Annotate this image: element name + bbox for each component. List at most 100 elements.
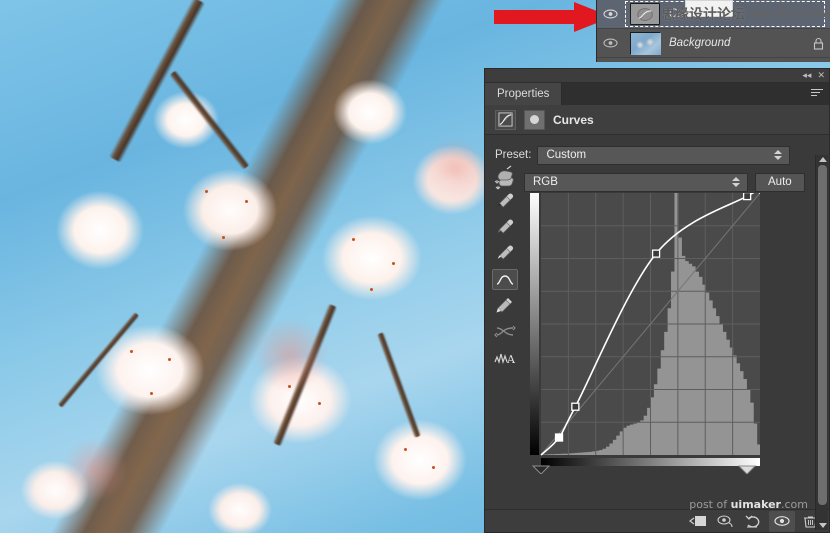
reset-arrow-icon (745, 515, 760, 528)
channel-select[interactable]: RGB (524, 172, 748, 192)
curves-tool-column: A (490, 164, 520, 369)
properties-scrollbar[interactable] (815, 155, 828, 530)
pink-petal-blur (420, 140, 490, 200)
red-arrow-annotation (494, 2, 612, 32)
stamen-speck (432, 466, 435, 469)
stamen-speck (168, 358, 171, 361)
layer-name-background: Background (669, 37, 731, 49)
stamen-speck (288, 385, 291, 388)
stamen-speck (392, 262, 395, 265)
clipping-display-options[interactable]: A (492, 348, 518, 369)
curves-icon (498, 112, 513, 127)
svg-text:A: A (506, 353, 516, 366)
eye-icon (602, 38, 618, 48)
properties-footer (485, 509, 829, 532)
curves-adjustment-thumbnail[interactable] (630, 3, 660, 25)
curve-point-tool[interactable] (492, 268, 518, 291)
preset-row: Preset: Custom (485, 145, 811, 165)
chevron-updown-icon (732, 176, 740, 187)
scroll-up-arrow-icon[interactable] (819, 157, 827, 162)
layer-row-curves[interactable]: Curves 1 思缘设计论坛 WWW.MISSYUAN.COM (597, 0, 830, 29)
black-point-slider (531, 465, 551, 474)
photoshop-screenshot: Curves 1 思缘设计论坛 WWW.MISSYUAN.COM Backgro… (0, 0, 830, 533)
stamen-speck (352, 238, 355, 241)
stamen-speck (318, 402, 321, 405)
background-visibility-toggle[interactable] (597, 38, 623, 48)
eyedropper-icon (497, 193, 514, 208)
targeted-adjustment-tool[interactable] (492, 164, 518, 185)
smooth-curve-icon (494, 325, 516, 338)
curves-icon (637, 7, 653, 21)
layer-row-background[interactable]: Background (597, 29, 830, 58)
layer-mask-thumbnail[interactable] (524, 109, 545, 130)
clip-to-layer-icon (689, 516, 706, 526)
channel-value: RGB (533, 176, 558, 188)
eyedropper-icon (497, 219, 514, 234)
stamen-speck (222, 236, 225, 239)
watermark-prefix: post of (689, 498, 731, 511)
smooth-curve-tool[interactable] (492, 322, 518, 343)
preset-value: Custom (546, 149, 587, 161)
branch-stem (169, 69, 250, 171)
view-previous-state-button[interactable] (713, 511, 739, 532)
close-icon[interactable]: ✕ (817, 70, 825, 81)
curves-adjustment-icon (495, 109, 516, 130)
view-previous-state-icon (717, 515, 733, 528)
stamen-speck (130, 350, 133, 353)
adjustment-title: Curves (553, 112, 594, 127)
eye-icon (602, 9, 618, 19)
pencil-icon (496, 297, 512, 313)
preset-label: Preset: (495, 149, 532, 161)
eye-icon (774, 516, 790, 526)
footer-watermark: post of uimaker.com (689, 498, 808, 511)
reset-adjustment-button[interactable] (741, 511, 767, 532)
stamen-speck (245, 200, 248, 203)
curve-icon (496, 274, 514, 285)
watermark-english: WWW.MISSYUAN.COM (749, 7, 830, 20)
eyedropper-icon (497, 245, 514, 260)
collapse-panel-icon[interactable]: ◂◂ (802, 70, 811, 81)
stamen-speck (370, 288, 373, 291)
input-gradient-strip (541, 458, 760, 466)
scrollbar-thumb[interactable] (818, 165, 827, 505)
layer-lock-indicator (806, 37, 830, 50)
thumbnail-image (631, 33, 661, 55)
output-gradient-strip (530, 193, 539, 455)
curves-graph[interactable] (530, 193, 760, 474)
lock-icon (813, 37, 823, 50)
layers-panel: Curves 1 思缘设计论坛 WWW.MISSYUAN.COM Backgro… (596, 0, 830, 62)
auto-button[interactable]: Auto (755, 172, 805, 192)
branch-stem (57, 311, 140, 409)
panel-menu-icon[interactable] (811, 89, 823, 98)
layer-visibility-toggle[interactable] (597, 9, 623, 19)
watermark-brand: uimaker (730, 498, 781, 511)
toggle-layer-visibility-button[interactable] (769, 510, 795, 532)
black-point-eyedropper[interactable] (492, 190, 518, 211)
stamen-speck (150, 392, 153, 395)
tab-properties[interactable]: Properties (485, 83, 563, 105)
preset-select[interactable]: Custom (537, 145, 791, 165)
white-point-slider (737, 465, 757, 474)
chevron-updown-icon (774, 149, 783, 160)
branch-stem (108, 0, 206, 163)
scroll-down-arrow-icon[interactable] (819, 523, 827, 528)
watermark-suffix: .com (781, 498, 808, 511)
pink-petal-blur (60, 440, 130, 500)
clipping-warning-icon: A (494, 353, 516, 366)
pink-petal-blur (250, 320, 330, 390)
pencil-draw-tool[interactable] (492, 295, 518, 316)
gray-point-eyedropper[interactable] (492, 216, 518, 237)
panel-topbar: ◂◂ ✕ (485, 69, 829, 83)
mask-dot-icon (530, 115, 539, 124)
stamen-speck (404, 448, 407, 451)
watermark-chinese: 思缘设计论坛 (661, 7, 745, 23)
clip-to-layer-button[interactable] (685, 511, 711, 532)
background-thumbnail[interactable] (630, 32, 661, 55)
panel-tab-strip: Properties (485, 83, 829, 105)
stamen-speck (205, 190, 208, 193)
channel-row: RGB Auto (485, 170, 821, 193)
branch-stem (376, 331, 422, 439)
hand-pointer-icon (494, 165, 513, 184)
white-point-eyedropper[interactable] (492, 243, 518, 264)
background-thumbnail-wrap[interactable] (623, 32, 667, 55)
